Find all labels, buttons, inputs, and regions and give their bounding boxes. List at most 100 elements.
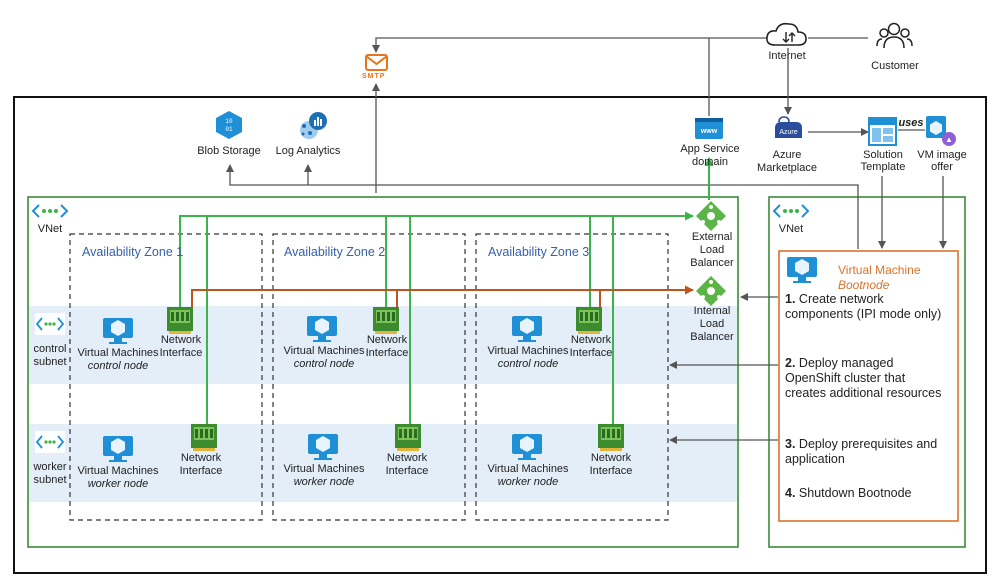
azure-marketplace-label: Azure bbox=[772, 149, 802, 161]
z2-control-node-label: control node bbox=[293, 358, 355, 370]
z3-control-network-interface-icon bbox=[576, 307, 602, 334]
z2-control-nic-label: Network bbox=[366, 334, 408, 346]
step-1: 1. Create network components (IPI mode o… bbox=[785, 292, 941, 322]
internal-load-balancer-icon bbox=[696, 276, 726, 306]
z3-control-nic-label: Network bbox=[570, 334, 612, 346]
z3-control-nic-label-2: Interface bbox=[569, 347, 613, 359]
solution-template-icon bbox=[868, 117, 897, 146]
internal-lb-label: Internal bbox=[693, 305, 731, 317]
smtp-label: SMTP bbox=[362, 73, 386, 80]
internal-lb-label-2: Load bbox=[699, 318, 725, 330]
z2-control-network-interface-icon bbox=[373, 307, 399, 334]
green-route-top bbox=[179, 211, 694, 308]
z2-worker-nic-label: Network bbox=[386, 452, 428, 464]
customer-label: Customer bbox=[871, 60, 919, 72]
z1-control-nic-label: Network bbox=[160, 334, 202, 346]
internet-cloud-icon bbox=[766, 22, 807, 46]
log-analytics-label: Log Analytics bbox=[275, 145, 341, 157]
smtp-mail-icon bbox=[365, 54, 388, 71]
step-2-number: 2. bbox=[785, 356, 796, 370]
zone-2-title: Availability Zone 2 bbox=[284, 245, 386, 259]
customer-people-icon bbox=[876, 22, 913, 49]
log-analytics-icon bbox=[300, 112, 327, 139]
architecture-diagram: 10 01 www Azure uses ▲ SMTP Internet Cus… bbox=[0, 0, 999, 583]
vnet-right-label: VNet bbox=[778, 223, 804, 235]
z1-worker-vm-label: Virtual Machines bbox=[77, 465, 159, 477]
step-4: 4. Shutdown Bootnode bbox=[785, 486, 912, 501]
azure-marketplace-icon: Azure bbox=[775, 116, 802, 138]
step-4-line-1: Shutdown Bootnode bbox=[798, 486, 912, 500]
z3-worker-nic-label-2: Interface bbox=[589, 465, 633, 477]
step-3: 3. Deploy prerequisites and application bbox=[785, 437, 937, 467]
z2-worker-nic-label-2: Interface bbox=[385, 465, 429, 477]
internal-lb-label-3: Balancer bbox=[690, 331, 734, 343]
z2-control-vm-label: Virtual Machines bbox=[283, 345, 365, 357]
step-3-line-2: application bbox=[785, 452, 845, 466]
blob-storage-label: Blob Storage bbox=[197, 145, 261, 157]
z1-control-network-interface-icon bbox=[167, 307, 193, 334]
app-service-label-2: domain bbox=[691, 156, 729, 168]
z2-worker-network-interface-icon bbox=[395, 424, 421, 451]
z1-worker-node-label: worker node bbox=[87, 478, 149, 490]
step-2-line-2: OpenShift cluster that bbox=[785, 371, 906, 385]
bootnode-title: Virtual Machine bbox=[838, 263, 921, 277]
zone-3-title: Availability Zone 3 bbox=[488, 245, 590, 259]
vnet-left-icon bbox=[31, 204, 69, 218]
vm-image-label-2: offer bbox=[931, 161, 953, 173]
external-lb-label-2: Load bbox=[699, 244, 725, 256]
step-2-line-1: Deploy managed bbox=[798, 356, 894, 370]
worker-subnet-label: worker bbox=[33, 461, 67, 473]
bootnode-subtitle: Bootnode bbox=[838, 278, 890, 292]
svg-text:▲: ▲ bbox=[945, 135, 953, 144]
vnet-right-icon bbox=[772, 204, 810, 218]
zone-1-title: Availability Zone 1 bbox=[82, 245, 184, 259]
external-lb-label: External bbox=[691, 231, 733, 243]
z2-control-nic-label-2: Interface bbox=[365, 347, 409, 359]
z1-worker-network-interface-icon bbox=[191, 424, 217, 451]
z1-worker-nic-label: Network bbox=[180, 452, 222, 464]
connector-bootnode-storage bbox=[226, 164, 859, 249]
control-subnet-label: control bbox=[33, 343, 67, 355]
step-4-number: 4. bbox=[785, 486, 796, 500]
vm-image-offer-icon: ▲ bbox=[926, 116, 956, 146]
z1-control-nic-label-2: Interface bbox=[159, 347, 203, 359]
vnet-left-label: VNet bbox=[37, 223, 63, 235]
step-3-number: 3. bbox=[785, 437, 796, 451]
step-1-line-1: Create network bbox=[798, 292, 884, 306]
z1-worker-nic-label-2: Interface bbox=[179, 465, 223, 477]
control-subnet-icon bbox=[35, 313, 65, 335]
z2-worker-vm-label: Virtual Machines bbox=[283, 463, 365, 475]
z3-worker-vm-label: Virtual Machines bbox=[487, 463, 569, 475]
blob-storage-icon: 10 01 bbox=[216, 111, 242, 139]
step-1-number: 1. bbox=[785, 292, 796, 306]
azure-badge-label: Azure bbox=[779, 129, 797, 136]
worker-subnet-label-2: subnet bbox=[33, 474, 67, 486]
external-lb-label-3: Balancer bbox=[690, 257, 734, 269]
z3-worker-network-interface-icon bbox=[598, 424, 624, 451]
step-2-line-3: creates additional resources bbox=[785, 386, 942, 400]
step-2: 2. Deploy managed OpenShift cluster that… bbox=[785, 356, 941, 401]
www-label: www bbox=[700, 128, 718, 135]
z2-worker-node-label: worker node bbox=[293, 476, 355, 488]
worker-subnet-icon bbox=[35, 431, 65, 453]
z3-worker-nic-label: Network bbox=[590, 452, 632, 464]
svg-text:01: 01 bbox=[225, 126, 233, 133]
step-1-line-2: components (IPI mode only) bbox=[785, 307, 942, 321]
app-service-label: App Service bbox=[680, 143, 740, 155]
internet-label: Internet bbox=[768, 50, 806, 62]
svg-text:10: 10 bbox=[225, 118, 233, 125]
z3-control-vm-label: Virtual Machines bbox=[487, 345, 569, 357]
bootnode-vm-icon bbox=[787, 257, 817, 283]
z1-control-vm-label: Virtual Machines bbox=[77, 347, 159, 359]
external-load-balancer-icon bbox=[696, 201, 726, 231]
z3-worker-node-label: worker node bbox=[497, 476, 559, 488]
step-3-line-1: Deploy prerequisites and bbox=[798, 437, 938, 451]
azure-marketplace-label-2: Marketplace bbox=[757, 162, 817, 174]
control-subnet-label-2: subnet bbox=[33, 356, 67, 368]
uses-label: uses bbox=[898, 117, 923, 129]
z3-control-node-label: control node bbox=[497, 358, 559, 370]
solution-template-label-2: Template bbox=[860, 161, 906, 173]
z1-control-node-label: control node bbox=[87, 360, 149, 372]
app-service-icon: www bbox=[695, 118, 723, 139]
orange-route-top bbox=[191, 285, 694, 308]
